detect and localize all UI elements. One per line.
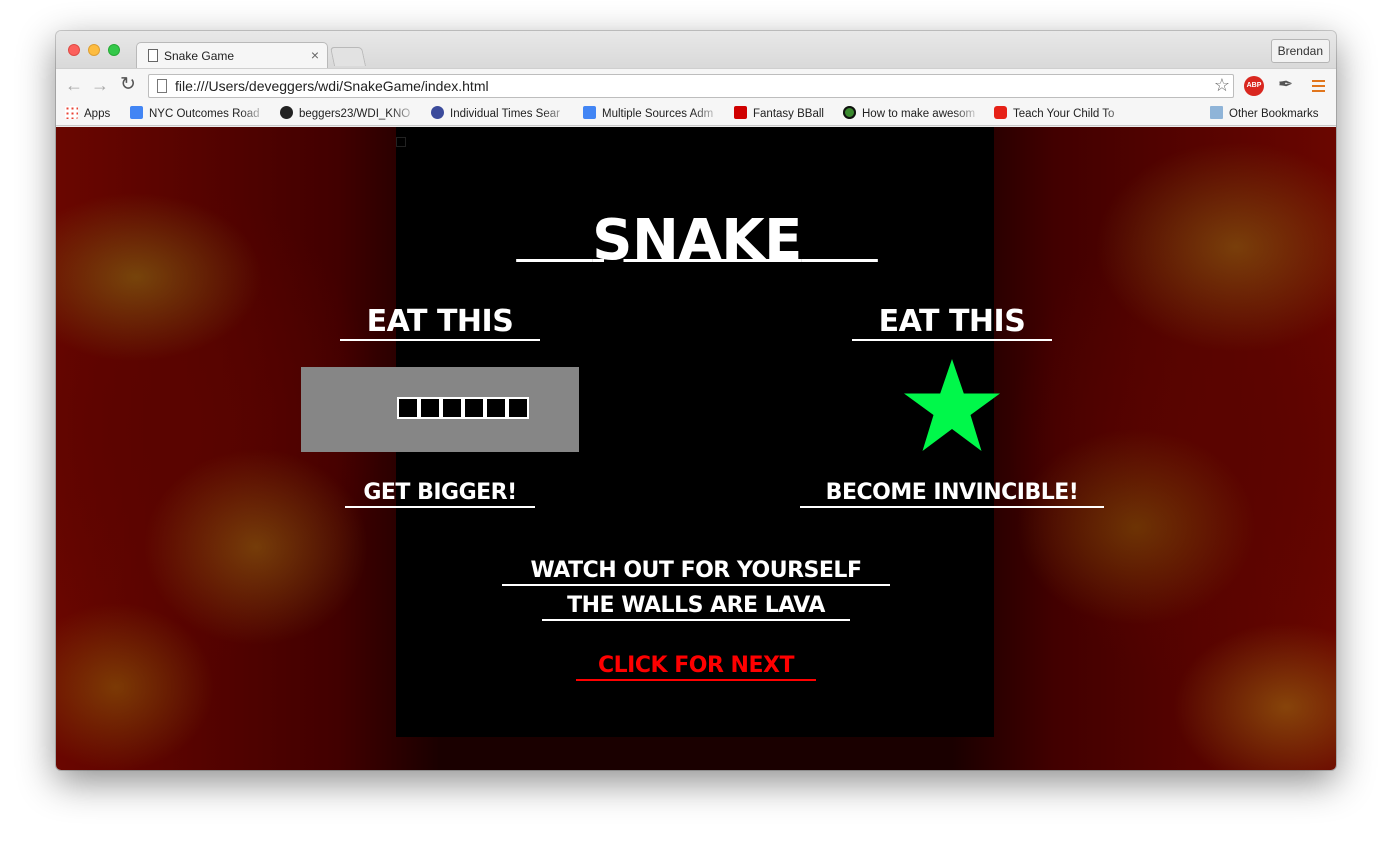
folder-icon	[1210, 106, 1223, 119]
google-doc-icon	[583, 106, 596, 119]
page-icon	[148, 49, 158, 62]
close-window-button[interactable]	[68, 44, 80, 56]
url-text[interactable]: file:///Users/deveggers/wdi/SnakeGame/in…	[175, 78, 489, 94]
browser-window: Snake Game × Brendan ← → ↻ file:///Users…	[56, 31, 1336, 770]
game-canvas	[396, 137, 406, 147]
warning-walls: THE WALLS ARE LAVA	[542, 593, 850, 621]
star-heading: EAT THIS	[852, 305, 1052, 341]
usa-swimming-icon	[431, 106, 444, 119]
snake-segment	[397, 397, 419, 419]
green-circle-icon	[843, 106, 856, 119]
food-caption: GET BIGGER!	[345, 480, 535, 508]
bookmark-nyc-outcomes[interactable]: NYC Outcomes Road	[130, 106, 268, 122]
bookmark-teach-your-child[interactable]: Teach Your Child To	[994, 106, 1132, 122]
bookmark-star-icon[interactable]: ☆	[1214, 75, 1230, 96]
game-title: SNAKE	[592, 208, 802, 273]
snake-segment	[507, 397, 529, 419]
menu-icon[interactable]	[1312, 80, 1325, 92]
google-doc-icon	[130, 106, 143, 119]
bookmark-apps[interactable]: Apps	[65, 106, 125, 122]
address-bar[interactable]: file:///Users/deveggers/wdi/SnakeGame/in…	[148, 74, 1234, 98]
star-caption: BECOME INVINCIBLE!	[800, 480, 1104, 508]
bookmark-github[interactable]: beggers23/WDI_KNO	[280, 106, 418, 122]
bookmark-fantasy-bball[interactable]: Fantasy BBall	[734, 106, 834, 122]
back-arrow-icon[interactable]: ←	[65, 75, 83, 96]
apps-grid-icon	[65, 106, 78, 119]
click-for-next-link[interactable]: CLICK FOR NEXT	[576, 653, 816, 681]
snake-segment	[419, 397, 441, 419]
toolbar: ← → ↻ file:///Users/deveggers/wdi/SnakeG…	[56, 68, 1336, 102]
bookmark-individual-times[interactable]: Individual Times Sear	[431, 106, 571, 122]
adblock-plus-icon[interactable]: ABP	[1244, 76, 1264, 96]
snake-segment	[485, 397, 507, 419]
food-heading: EAT THIS	[340, 305, 540, 341]
tab-title: Snake Game	[164, 49, 235, 63]
youtube-icon	[994, 106, 1007, 119]
github-icon	[280, 106, 293, 119]
snake-segment	[441, 397, 463, 419]
bookmark-how-to-make[interactable]: How to make awesom	[843, 106, 981, 122]
warning-yourself: WATCH OUT FOR YOURSELF	[502, 558, 890, 586]
reload-icon[interactable]: ↻	[120, 73, 136, 96]
star-icon	[904, 359, 1000, 451]
tab-close-icon[interactable]: ×	[311, 47, 319, 63]
tab-snake-game[interactable]: Snake Game ×	[136, 42, 328, 69]
new-tab-button[interactable]	[329, 47, 367, 66]
game-page: SNAKE EAT THIS EAT THIS GET BIGGER! BECO…	[56, 127, 1336, 770]
bookmarks-bar: Apps NYC Outcomes Road beggers23/WDI_KNO…	[56, 102, 1336, 126]
profile-button[interactable]: Brendan	[1270, 39, 1330, 63]
zoom-window-button[interactable]	[108, 44, 120, 56]
snake-segment	[463, 397, 485, 419]
espn-icon	[734, 106, 747, 119]
eyedropper-extension-icon[interactable]: ✒	[1278, 74, 1293, 95]
forward-arrow-icon[interactable]: →	[91, 75, 109, 96]
minimize-window-button[interactable]	[88, 44, 100, 56]
title-bar: Snake Game × Brendan	[56, 31, 1336, 69]
other-bookmarks[interactable]: Other Bookmarks	[1210, 106, 1332, 122]
page-icon	[157, 79, 167, 93]
bookmark-multiple-sources[interactable]: Multiple Sources Adm	[583, 106, 721, 122]
